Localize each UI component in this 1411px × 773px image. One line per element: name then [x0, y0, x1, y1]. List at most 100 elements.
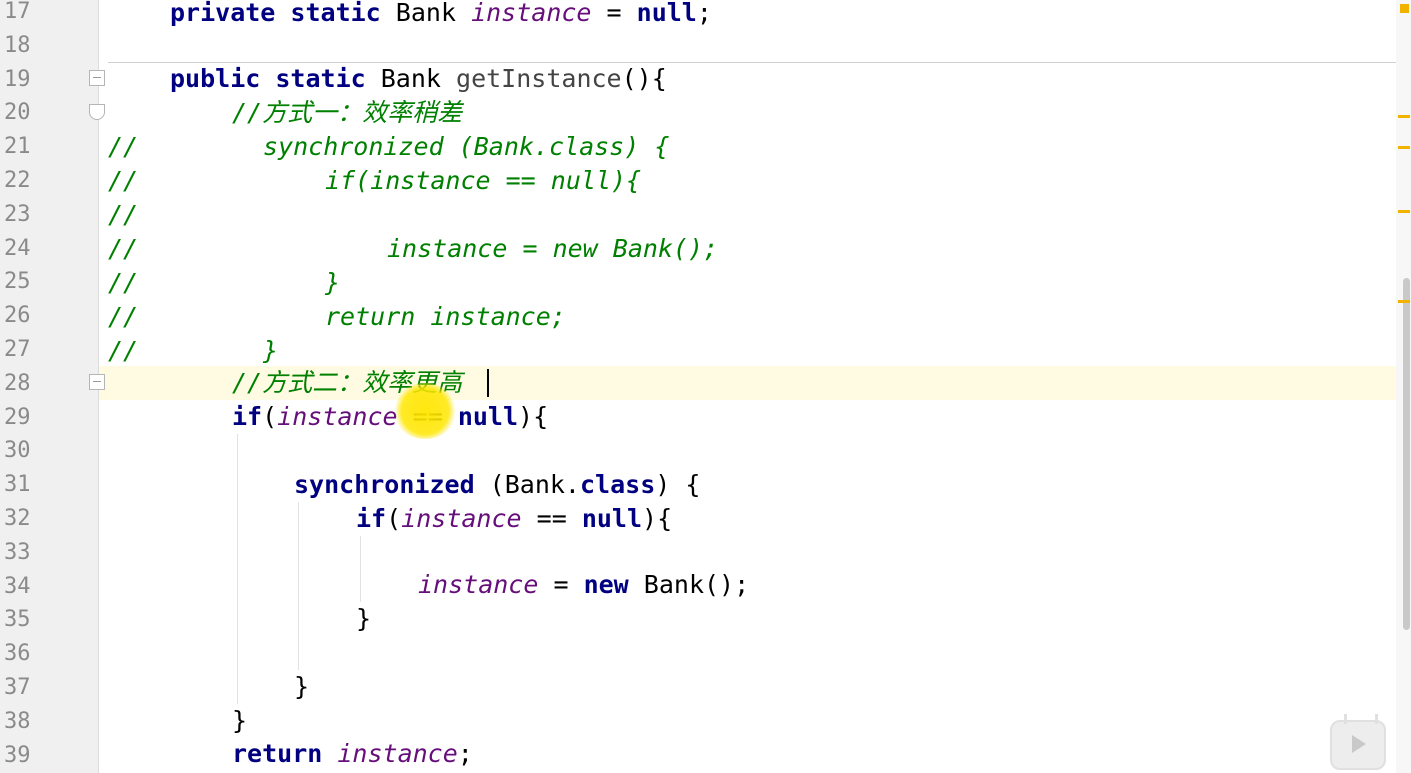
- comment-prefix: //: [108, 302, 139, 331]
- keyword: null: [457, 402, 519, 431]
- code-line-21[interactable]: //: [108, 130, 138, 164]
- line-number: 28: [4, 370, 31, 396]
- code-line-20[interactable]: //方式一：效率稍差: [232, 96, 462, 130]
- punctuation: ) {: [655, 470, 701, 499]
- code-line-25-body: }: [325, 266, 340, 300]
- comment: return instance;: [325, 302, 566, 331]
- indent-guide: [360, 536, 361, 602]
- punctuation: (){: [621, 64, 667, 93]
- keyword: null: [581, 504, 643, 533]
- line-number: 21: [4, 134, 31, 160]
- code-line-17[interactable]: private static Bank instance = null;: [170, 0, 712, 30]
- line-number: 19: [4, 66, 31, 92]
- field-ref: instance: [337, 739, 458, 768]
- line-number: 26: [4, 303, 31, 329]
- line-number: 35: [4, 607, 31, 633]
- fold-toggle-icon[interactable]: [89, 374, 105, 390]
- line-number: 18: [4, 32, 31, 58]
- code-line-24[interactable]: //: [108, 232, 138, 266]
- code-line-27[interactable]: //: [108, 334, 138, 368]
- brace: }: [356, 604, 372, 633]
- line-number: 39: [4, 742, 31, 768]
- comment: }: [263, 336, 279, 365]
- keyword: if: [232, 402, 263, 431]
- fold-toggle-icon[interactable]: [89, 70, 105, 86]
- keyword: synchronized: [294, 470, 475, 499]
- keyword: return: [232, 739, 323, 768]
- punctuation: ;: [696, 0, 712, 27]
- code-text: Bank();: [628, 570, 750, 599]
- field-ref: instance: [401, 504, 522, 533]
- operator: =: [591, 0, 637, 27]
- operator: ==: [521, 504, 582, 533]
- inspection-status-icon[interactable]: [1400, 4, 1409, 13]
- code-line-37[interactable]: }: [294, 670, 309, 704]
- line-number: 32: [4, 506, 31, 531]
- code-text: (Bank.: [474, 470, 580, 499]
- line-number: 34: [4, 573, 31, 599]
- code-line-23[interactable]: //: [108, 198, 138, 232]
- field-ref: instance: [277, 402, 398, 431]
- line-number: 22: [4, 168, 31, 193]
- line-number: 30: [4, 438, 31, 464]
- brace: }: [294, 672, 310, 701]
- video-player-logo-icon: [1330, 720, 1386, 770]
- code-line-38[interactable]: }: [232, 704, 247, 738]
- keyword: private: [170, 0, 276, 27]
- line-number: 36: [4, 641, 31, 667]
- code-line-35[interactable]: }: [356, 602, 371, 636]
- line-number: 23: [4, 201, 31, 227]
- code-line-32[interactable]: if(instance == null){: [356, 502, 672, 536]
- comment: synchronized (Bank.class) {: [263, 132, 670, 161]
- keyword: null: [636, 0, 697, 27]
- code-line-27-body: }: [263, 334, 278, 368]
- line-number: 20: [4, 100, 31, 126]
- warning-marker[interactable]: [1398, 300, 1410, 303]
- comment-prefix: //: [108, 336, 139, 365]
- code-line-26-body: return instance;: [325, 300, 566, 334]
- code-line-22[interactable]: //: [108, 164, 138, 198]
- line-number: 25: [4, 269, 31, 295]
- code-line-39[interactable]: return instance;: [232, 737, 473, 771]
- brace: }: [232, 706, 248, 735]
- code-line-19[interactable]: public static Bank getInstance(){: [170, 62, 667, 96]
- warning-marker[interactable]: [1398, 115, 1410, 118]
- line-number: 29: [4, 404, 31, 430]
- fold-end-icon[interactable]: [89, 104, 105, 120]
- text-cursor: [487, 369, 489, 397]
- line-number: 24: [4, 235, 31, 261]
- warning-marker[interactable]: [1398, 146, 1410, 149]
- operator: =: [538, 570, 584, 599]
- indent-guide: [298, 502, 299, 670]
- line-number: 38: [4, 708, 31, 734]
- line-number: 27: [4, 337, 31, 362]
- punctuation: ){: [518, 402, 549, 431]
- keyword: if: [356, 504, 387, 533]
- keyword: static: [290, 0, 381, 27]
- code-line-31[interactable]: synchronized (Bank.class) {: [294, 468, 700, 502]
- keyword: public: [170, 64, 261, 93]
- code-line-26[interactable]: //: [108, 300, 138, 334]
- code-line-34[interactable]: instance = new Bank();: [418, 568, 749, 602]
- punctuation: (: [262, 402, 278, 431]
- type-name: Bank: [395, 0, 457, 27]
- comment-prefix: //: [108, 166, 139, 195]
- code-line-22-body: if(instance == null){: [325, 164, 641, 198]
- code-line-21-body: synchronized (Bank.class) {: [263, 130, 669, 164]
- method-name: getInstance: [456, 64, 622, 93]
- keyword: class: [579, 470, 656, 499]
- comment: instance = new Bank();: [387, 234, 719, 263]
- line-number: 17: [4, 0, 31, 24]
- punctuation: (: [386, 504, 402, 533]
- code-line-29[interactable]: if(instance == null){: [232, 400, 548, 434]
- comment: //方式一：效率稍差: [232, 98, 463, 127]
- comment-prefix: //: [108, 268, 139, 297]
- mouse-pointer-highlight: [393, 383, 457, 439]
- scrollbar-thumb[interactable]: [1403, 278, 1410, 630]
- code-line-25[interactable]: //: [108, 266, 138, 300]
- warning-marker[interactable]: [1398, 210, 1410, 213]
- code-editor[interactable]: 17 18 19 20 21 22 23 24 25 26 27 28 29 30 31 32 33 34 35 36…: [0, 0, 1411, 773]
- field-ref: instance: [471, 0, 592, 27]
- punctuation: ;: [457, 739, 473, 768]
- comment: }: [325, 268, 341, 297]
